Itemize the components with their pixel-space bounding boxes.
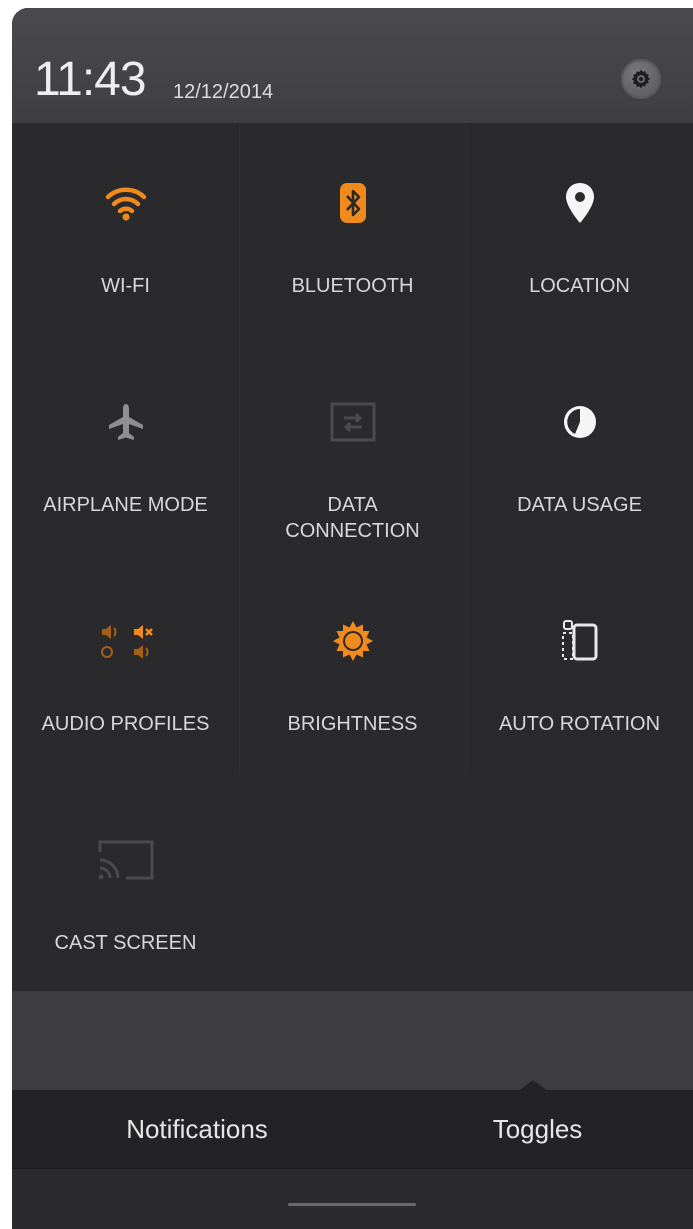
clock-date: 12/12/2014 bbox=[173, 81, 274, 103]
toggle-data-usage[interactable]: DATA USAGE bbox=[466, 342, 693, 559]
status-header: 11:43 12/12/2014 bbox=[12, 8, 693, 123]
toggle-brightness[interactable]: BRIGHTNESS bbox=[239, 561, 466, 778]
toggle-location[interactable]: LOCATION bbox=[466, 123, 693, 340]
bluetooth-icon bbox=[339, 183, 366, 223]
toggle-label: AIRPLANE MODE bbox=[43, 494, 208, 516]
drag-handle[interactable] bbox=[288, 1203, 416, 1206]
toggle-wifi[interactable]: WI-FI bbox=[12, 123, 239, 340]
tab-bar: Notifications Toggles bbox=[12, 1090, 693, 1168]
toggle-label: AUDIO PROFILES bbox=[41, 713, 210, 735]
toggle-label: BLUETOOTH bbox=[291, 275, 414, 297]
audio-profiles-icon bbox=[100, 625, 153, 659]
toggle-label: DATA USAGE bbox=[517, 494, 642, 516]
toggle-label: CAST SCREEN bbox=[54, 932, 197, 954]
data-usage-icon bbox=[563, 406, 596, 438]
clock-time: 11:43 bbox=[34, 53, 147, 106]
toggle-auto-rotation[interactable]: AUTO ROTATION bbox=[466, 561, 693, 778]
settings-button[interactable] bbox=[621, 59, 661, 99]
toggle-cast-screen[interactable]: CAST SCREEN bbox=[12, 780, 239, 997]
cast-screen-icon bbox=[98, 840, 153, 880]
location-pin-icon bbox=[565, 183, 594, 223]
tab-notifications[interactable]: Notifications bbox=[12, 1090, 382, 1168]
tab-toggles[interactable]: Toggles bbox=[382, 1090, 693, 1168]
toggle-grid: WI-FI BLUETOOTH LOCATION AIRPLANE MODE D… bbox=[12, 123, 693, 991]
toggle-bluetooth[interactable]: BLUETOOTH bbox=[239, 123, 466, 340]
toggle-audio-profiles[interactable]: AUDIO PROFILES bbox=[12, 561, 239, 778]
toggle-label: WI-FI bbox=[101, 275, 150, 297]
gear-icon bbox=[631, 69, 651, 89]
toggle-label: AUTO ROTATION bbox=[498, 713, 661, 735]
auto-rotation-icon bbox=[561, 620, 597, 661]
airplane-icon bbox=[108, 404, 143, 440]
toggle-airplane-mode[interactable]: AIRPLANE MODE bbox=[12, 342, 239, 559]
quick-settings-panel: 11:43 12/12/2014 WI-FI BLUETOOTH LOCATIO… bbox=[12, 8, 693, 1229]
toggle-data-connection[interactable]: DATA CONNECTION bbox=[239, 342, 466, 559]
data-connection-icon bbox=[330, 402, 375, 442]
brightness-icon bbox=[332, 621, 373, 661]
wifi-icon bbox=[105, 187, 146, 221]
toggle-label: DATA CONNECTION bbox=[285, 494, 420, 542]
toggle-label: BRIGHTNESS bbox=[287, 713, 418, 735]
panel-spacer bbox=[12, 991, 693, 1090]
panel-footer bbox=[12, 1168, 693, 1229]
toggle-label: LOCATION bbox=[529, 275, 630, 297]
